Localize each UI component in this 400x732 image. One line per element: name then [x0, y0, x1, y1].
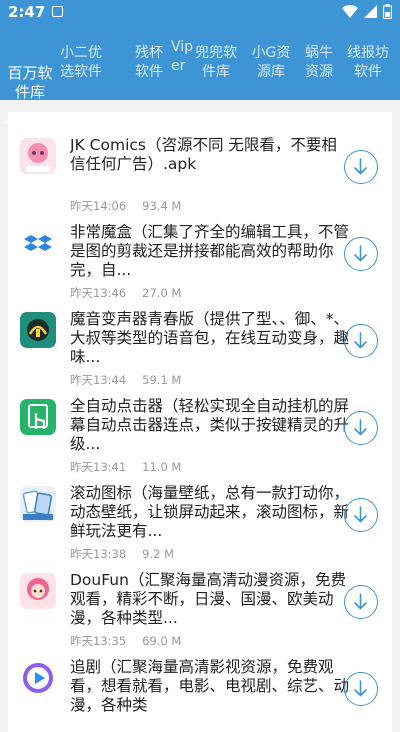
- item-meta: 昨天13:35 69.0 M: [70, 633, 181, 649]
- item-date: 昨天13:41: [70, 460, 127, 474]
- item-meta: 昨天13:41 11.0 M: [70, 459, 181, 475]
- download-button[interactable]: [344, 150, 378, 184]
- download-button[interactable]: [344, 324, 378, 358]
- download-arrow-icon: [354, 680, 367, 697]
- item-size: 27.0 M: [142, 286, 182, 300]
- item-size: 69.0 M: [142, 634, 182, 648]
- file-list: JK Comics（咨源不同 无限看，不要相信任何广告）.apk 昨天14:06…: [8, 112, 392, 732]
- item-title: 魔音变声器青春版（提供了型、、御、*、大叔等类型的语音包，在线互动变身，趣味..…: [70, 310, 350, 366]
- status-time: 2:47: [8, 3, 46, 21]
- dropbox-app-icon: [20, 225, 56, 261]
- list-item[interactable]: JK Comics（咨源不同 无限看，不要相信任何广告）.apk 昨天14:06…: [8, 132, 392, 219]
- status-bar: 2:47: [0, 0, 400, 24]
- download-arrow-icon: [354, 332, 367, 349]
- scroll-icon-app-icon: [20, 486, 56, 522]
- doufun-app-icon: [20, 573, 56, 609]
- tab-5[interactable]: 小G资源库: [247, 44, 295, 82]
- download-button[interactable]: [344, 411, 378, 445]
- tab-6[interactable]: 蜗牛资源: [302, 44, 336, 82]
- item-size: 93.4 M: [142, 199, 182, 213]
- item-title: JK Comics（咨源不同 无限看，不要相信任何广告）.apk: [70, 136, 337, 173]
- battery-icon: [383, 4, 392, 19]
- item-date: 昨天13:46: [70, 286, 127, 300]
- download-arrow-icon: [354, 245, 367, 262]
- tab-2[interactable]: 残杯软件: [132, 44, 166, 82]
- download-arrow-icon: [354, 506, 367, 523]
- download-arrow-icon: [354, 593, 367, 610]
- zhuiju-app-icon: [20, 660, 56, 696]
- download-button[interactable]: [344, 498, 378, 532]
- item-size: 9.2 M: [142, 547, 175, 561]
- item-size: 11.0 M: [142, 460, 182, 474]
- voice-changer-app-icon: [20, 312, 56, 348]
- list-item[interactable]: 追剧（汇聚海量高清影视资源，免费观看，想看就看，电影、电视剧、综艺、动漫，各种类: [8, 654, 392, 732]
- tab-7[interactable]: 线报坊软件: [344, 44, 392, 82]
- auto-clicker-app-icon: [20, 399, 56, 435]
- tab-1[interactable]: 小二优选软件: [60, 44, 102, 82]
- item-meta: 昨天13:46 27.0 M: [70, 285, 181, 301]
- download-arrow-icon: [354, 158, 367, 175]
- item-meta: 昨天13:38 9.2 M: [70, 546, 174, 562]
- signal-icon: [364, 4, 377, 18]
- notification-badge-icon: [52, 6, 63, 17]
- list-item[interactable]: 滚动图标（海量壁纸，总有一款打动你，动态壁纸，让锁屏动起来，滚动图标，新鲜玩法更…: [8, 480, 392, 567]
- tab-bar: 百万软件库 小二优选软件 残杯软件 Vip er 兜兜软件库 小G资源库 蜗牛资…: [0, 24, 400, 124]
- download-button[interactable]: [344, 585, 378, 619]
- item-title: 全自动点击器（轻松实现全自动挂机的屏幕自动点击器连点，类似于按键精灵的升级...: [70, 397, 350, 453]
- item-title: 滚动图标（海量壁纸，总有一款打动你，动态壁纸，让锁屏动起来，滚动图标，新鲜玩法更…: [70, 484, 350, 540]
- tab-3[interactable]: Vip er: [171, 38, 193, 76]
- tab-0[interactable]: 百万软件库: [2, 64, 58, 102]
- item-meta: 昨天13:44 59.1 M: [70, 372, 181, 388]
- item-title: 非常魔盒（汇集了齐全的编辑工具，不管是图的剪裁还是拼接都能高效的帮助你完，自..…: [70, 223, 350, 279]
- download-button[interactable]: [344, 237, 378, 271]
- download-button[interactable]: [344, 672, 378, 706]
- item-size: 59.1 M: [142, 373, 182, 387]
- item-date: 昨天13:44: [70, 373, 127, 387]
- wifi-icon: [342, 4, 358, 18]
- item-title: 追剧（汇聚海量高清影视资源，免费观看，想看就看，电影、电视剧、综艺、动漫，各种类: [70, 658, 350, 714]
- list-item[interactable]: 全自动点击器（轻松实现全自动挂机的屏幕自动点击器连点，类似于按键精灵的升级...…: [8, 393, 392, 480]
- item-date: 昨天13:38: [70, 547, 127, 561]
- item-title: DouFun（汇聚海量高清动漫资源，免费观看，精彩不断，日漫、国漫、欧美动漫，各…: [70, 571, 346, 627]
- jk-comics-app-icon: [20, 138, 56, 174]
- tab-4[interactable]: 兜兜软件库: [192, 44, 240, 82]
- item-date: 昨天13:35: [70, 634, 127, 648]
- download-arrow-icon: [354, 419, 367, 436]
- list-item[interactable]: 非常魔盒（汇集了齐全的编辑工具，不管是图的剪裁还是拼接都能高效的帮助你完，自..…: [8, 219, 392, 306]
- list-item[interactable]: DouFun（汇聚海量高清动漫资源，免费观看，精彩不断，日漫、国漫、欧美动漫，各…: [8, 567, 392, 654]
- list-item[interactable]: 魔音变声器青春版（提供了型、、御、*、大叔等类型的语音包，在线互动变身，趣味..…: [8, 306, 392, 393]
- item-date: 昨天14:06: [70, 199, 127, 213]
- item-meta: 昨天14:06 93.4 M: [70, 198, 181, 214]
